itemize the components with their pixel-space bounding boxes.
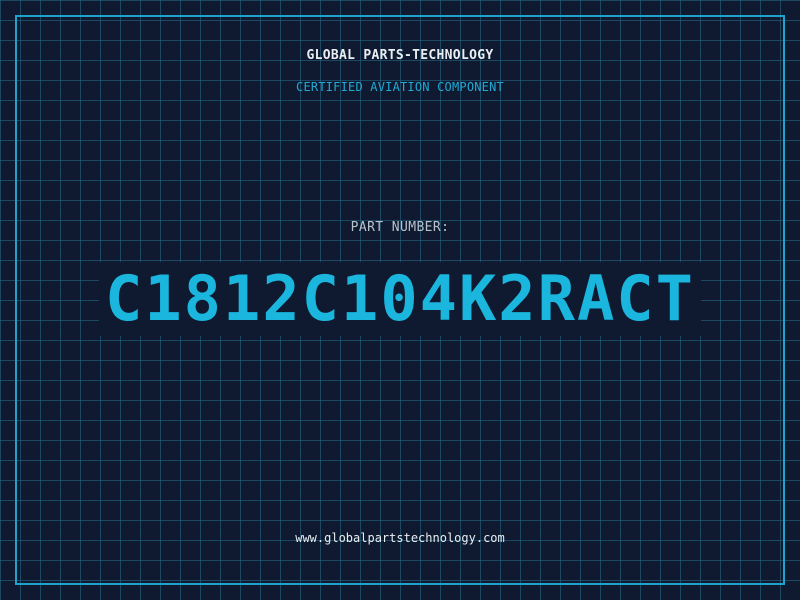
part-number-value: C1812C104K2RACT bbox=[99, 262, 701, 336]
certification-subtitle: CERTIFIED AVIATION COMPONENT bbox=[296, 80, 504, 94]
website-url: www.globalpartstechnology.com bbox=[295, 531, 505, 545]
company-title: GLOBAL PARTS-TECHNOLOGY bbox=[306, 48, 494, 63]
part-number-container: C1812C104K2RACT bbox=[0, 262, 800, 336]
part-number-label: PART NUMBER: bbox=[350, 220, 450, 235]
blueprint-canvas: GLOBAL PARTS-TECHNOLOGY CERTIFIED AVIATI… bbox=[0, 0, 800, 600]
